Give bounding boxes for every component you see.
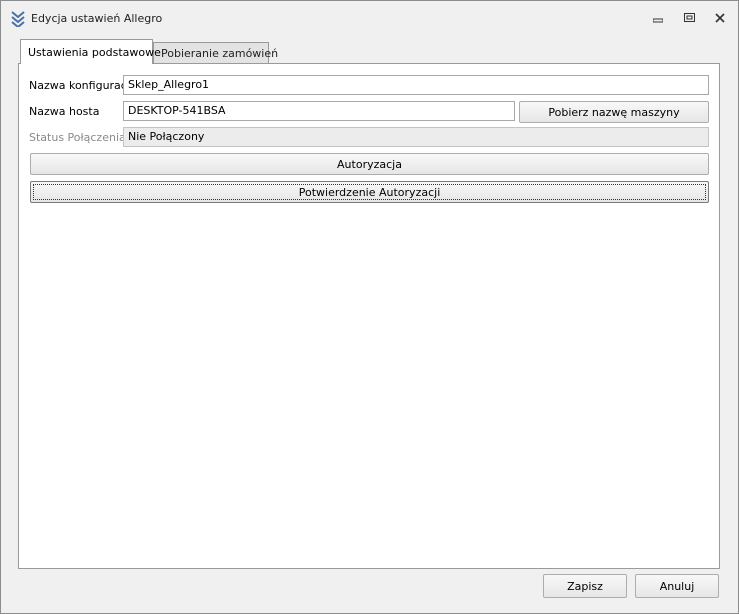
get-machine-name-button[interactable]: Pobierz nazwę maszyny	[519, 101, 709, 123]
config-name-field[interactable]: Sklep_Allegro1	[123, 75, 709, 95]
config-name-label: Nazwa konfiguracji	[29, 79, 133, 92]
minimize-button[interactable]	[645, 9, 671, 27]
save-button[interactable]: Zapisz	[543, 574, 627, 598]
tab-label: Ustawienia podstawowe	[28, 45, 161, 59]
settings-window: Edycja ustawień Allegro Ustawienia podst…	[0, 0, 739, 614]
close-button[interactable]	[707, 9, 733, 27]
title-bar[interactable]: Edycja ustawień Allegro	[1, 1, 738, 34]
confirm-authorization-button[interactable]: Potwierdzenie Autoryzacji	[30, 181, 709, 203]
cancel-button[interactable]: Anuluj	[635, 574, 719, 598]
restore-icon	[683, 13, 695, 23]
restore-button[interactable]	[676, 9, 702, 27]
authorize-button[interactable]: Autoryzacja	[30, 153, 709, 175]
status-field: Nie Połączony	[123, 127, 709, 147]
close-icon	[715, 13, 725, 23]
status-label: Status Połączenia	[29, 131, 126, 144]
focus-ring	[33, 184, 706, 200]
window-title: Edycja ustawień Allegro	[31, 12, 163, 25]
minimize-icon	[653, 13, 663, 23]
host-label: Nazwa hosta	[29, 105, 100, 118]
tab-basic-settings[interactable]: Ustawienia podstawowe	[20, 39, 161, 64]
tab-order-download[interactable]: Pobieranie zamówień	[153, 42, 278, 64]
host-field[interactable]: DESKTOP-541BSA	[123, 101, 515, 121]
tab-label: Pobieranie zamówień	[161, 47, 279, 60]
tab-panel: Nazwa konfiguracji Sklep_Allegro1 Nazwa …	[18, 63, 720, 569]
chevrons-down-icon	[11, 11, 25, 29]
